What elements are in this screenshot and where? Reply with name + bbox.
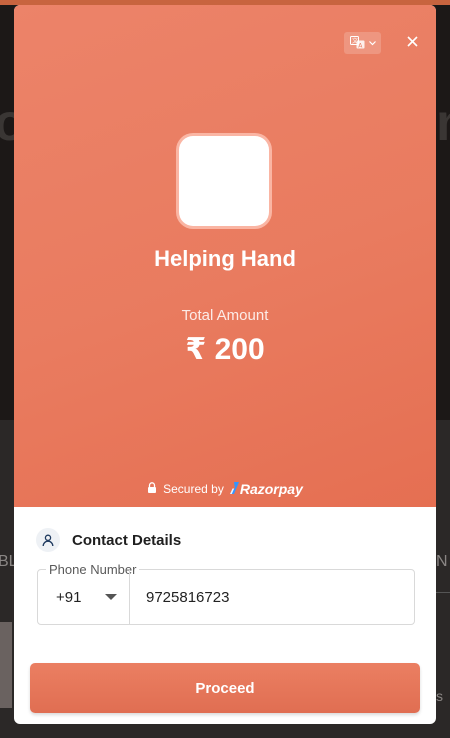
translate-icon: 文 A: [349, 36, 366, 50]
country-code-value: +91: [56, 588, 82, 606]
razorpay-logo: Razorpay: [229, 481, 303, 497]
country-code-select[interactable]: +91: [38, 570, 130, 624]
lock-icon: [147, 482, 157, 496]
secured-by-label: Secured by: [163, 482, 224, 496]
phone-number-field: Phone Number +91: [37, 562, 415, 625]
merchant-logo: [179, 136, 269, 226]
phone-number-input[interactable]: [130, 570, 410, 624]
background-hero-text: n: [436, 93, 450, 153]
contact-details-title: Contact Details: [72, 531, 182, 549]
merchant-name: Helping Hand: [154, 246, 296, 271]
close-button[interactable]: [400, 31, 424, 55]
language-button[interactable]: 文 A: [344, 32, 381, 54]
background-text: s: [436, 688, 443, 704]
checkout-header: 文 A Helping Hand Total Amount ₹ 200 Secu…: [14, 5, 436, 507]
user-icon: [36, 528, 60, 552]
chevron-down-icon: [368, 40, 376, 46]
caret-down-icon: [105, 594, 117, 600]
proceed-button[interactable]: Proceed: [30, 663, 420, 713]
background-divider: [436, 592, 450, 593]
razorpay-icon: [229, 481, 239, 497]
contact-details-heading: Contact Details: [36, 528, 181, 552]
secured-by-badge: Secured by Razorpay: [14, 481, 436, 497]
amount-label: Total Amount: [181, 307, 269, 324]
amount-value: ₹ 200: [185, 333, 265, 366]
checkout-modal: 文 A Helping Hand Total Amount ₹ 200 Secu…: [14, 5, 436, 724]
background-text: N: [436, 553, 448, 570]
close-icon: [406, 34, 418, 52]
background-thumbnail: [0, 622, 12, 708]
razorpay-wordmark: Razorpay: [239, 481, 303, 497]
